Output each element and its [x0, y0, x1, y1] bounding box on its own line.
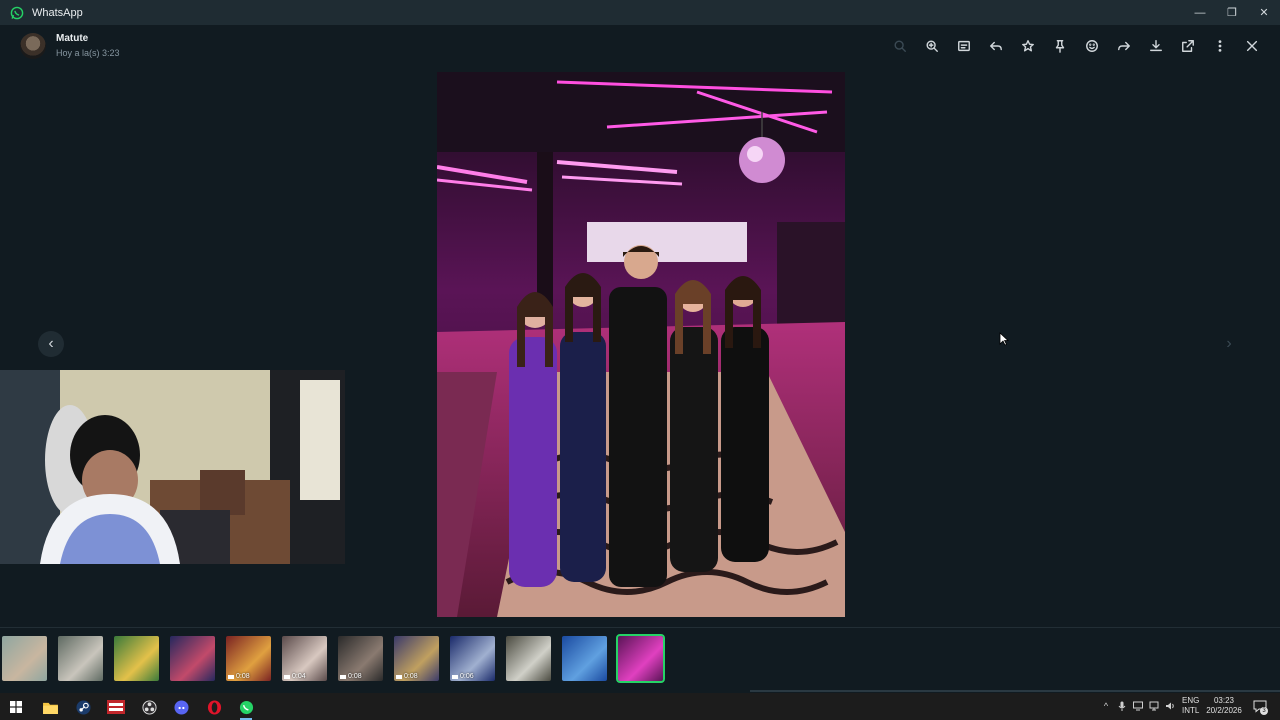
video-camera-icon: [340, 674, 346, 679]
open-external-icon: [1182, 40, 1194, 52]
star-icon: [1022, 40, 1034, 52]
video-duration: 0:06: [452, 673, 474, 680]
previous-media-button[interactable]: ‹: [38, 331, 64, 357]
video-duration-label: 0:08: [348, 673, 362, 680]
video-camera-icon: [452, 674, 458, 679]
webcam-overlay: [0, 370, 345, 564]
video-duration: 0:08: [228, 673, 250, 680]
more-options-icon: [1218, 40, 1222, 52]
media-thumbnail[interactable]: 0:04: [282, 636, 327, 681]
reply-icon: [990, 41, 1002, 51]
language-code: ENG: [1182, 696, 1200, 705]
notification-center-button[interactable]: 3: [1253, 699, 1268, 715]
video-duration: 0:04: [284, 673, 306, 680]
media-thumbnail[interactable]: [170, 636, 215, 681]
media-thumbnail[interactable]: 0:08: [394, 636, 439, 681]
forward-icon: [1118, 41, 1130, 51]
thumbnail-strip: 0:08 0:04 0:08 0:08 0:06: [2, 634, 674, 683]
video-duration-label: 0:08: [236, 673, 250, 680]
display-icon[interactable]: [1133, 701, 1143, 711]
video-camera-icon: [228, 674, 234, 679]
notification-count: 3: [1260, 707, 1268, 715]
close-window-button[interactable]: ✕: [1248, 0, 1280, 25]
minimize-button[interactable]: —: [1184, 0, 1216, 25]
download-button[interactable]: [1140, 34, 1172, 58]
keyboard-layout: INTL: [1182, 706, 1200, 715]
more-options-button[interactable]: [1204, 34, 1236, 58]
system-tray: ^ ENG INTL 03:23 20/2/2026 3: [0, 693, 1280, 720]
language-indicator[interactable]: ENG INTL: [1182, 696, 1199, 716]
star-button[interactable]: [1012, 34, 1044, 58]
title-bar: WhatsApp — ❐ ✕: [0, 0, 1280, 25]
pin-icon: [1055, 40, 1065, 53]
sender-name[interactable]: Matute: [56, 33, 88, 44]
close-icon: [1246, 40, 1258, 52]
mouse-cursor-icon: [999, 332, 1009, 346]
search-icon: [894, 40, 906, 52]
system-clock[interactable]: 03:23 20/2/2026: [1205, 696, 1243, 716]
zoom-in-icon: [926, 40, 938, 52]
media-thumbnail[interactable]: [2, 636, 47, 681]
media-thumbnail[interactable]: [114, 636, 159, 681]
thumbnail-strip-divider: [0, 627, 1280, 628]
video-duration-label: 0:08: [404, 673, 418, 680]
windows-taskbar: ^ ENG INTL 03:23 20/2/2026 3: [0, 693, 1280, 720]
whatsapp-logo-icon: [10, 6, 24, 19]
clock-date: 20/2/2026: [1206, 706, 1242, 715]
window-title: WhatsApp: [32, 6, 83, 19]
media-viewer-header: Matute Hoy a la(s) 3:23: [0, 25, 1280, 67]
media-thumbnail[interactable]: [562, 636, 607, 681]
media-toolbar: [884, 34, 1268, 58]
message-timestamp: Hoy a la(s) 3:23: [56, 48, 120, 58]
open-external-button[interactable]: [1172, 34, 1204, 58]
media-thumbnail[interactable]: 0:08: [338, 636, 383, 681]
media-thumbnail[interactable]: [506, 636, 551, 681]
media-thumbnail[interactable]: [616, 634, 665, 683]
pin-button[interactable]: [1044, 34, 1076, 58]
network-icon[interactable]: [1149, 701, 1159, 711]
media-thumbnail[interactable]: 0:06: [450, 636, 495, 681]
caption-icon: [958, 40, 970, 52]
volume-icon[interactable]: [1165, 701, 1175, 711]
search-button[interactable]: [884, 34, 916, 58]
media-thumbnail[interactable]: [58, 636, 103, 681]
microphone-icon[interactable]: [1117, 701, 1127, 711]
video-duration: 0:08: [340, 673, 362, 680]
show-hidden-icons-button[interactable]: ^: [1101, 701, 1111, 711]
forward-button[interactable]: [1108, 34, 1140, 58]
video-camera-icon: [284, 674, 290, 679]
restore-button[interactable]: ❐: [1216, 0, 1248, 25]
react-button[interactable]: [1076, 34, 1108, 58]
video-camera-icon: [396, 674, 402, 679]
download-icon: [1150, 40, 1162, 52]
next-media-button[interactable]: ›: [1216, 331, 1242, 357]
close-viewer-button[interactable]: [1236, 34, 1268, 58]
clock-time: 03:23: [1213, 696, 1235, 705]
media-image: [437, 72, 845, 617]
reply-button[interactable]: [980, 34, 1012, 58]
emoji-icon: [1086, 40, 1098, 52]
zoom-in-button[interactable]: [916, 34, 948, 58]
video-duration: 0:08: [396, 673, 418, 680]
avatar[interactable]: [20, 33, 46, 59]
media-thumbnail[interactable]: 0:08: [226, 636, 271, 681]
video-duration-label: 0:06: [460, 673, 474, 680]
thumbnail-scrollbar[interactable]: [750, 690, 1280, 692]
caption-button[interactable]: [948, 34, 980, 58]
video-duration-label: 0:04: [292, 673, 306, 680]
